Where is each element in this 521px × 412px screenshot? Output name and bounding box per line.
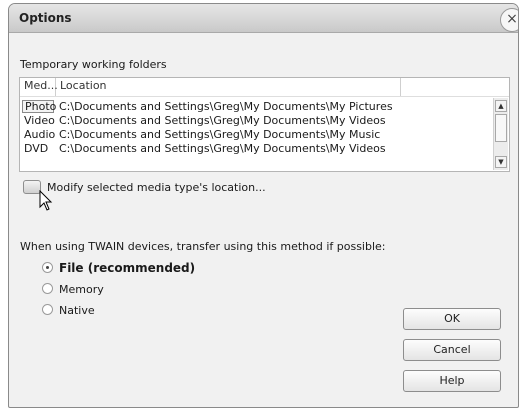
ok-button[interactable]: OK — [403, 308, 501, 330]
twain-prompt: When using TWAIN devices, transfer using… — [20, 240, 386, 253]
column-header-location[interactable]: Location — [56, 78, 401, 96]
list-header: Med... Location — [20, 78, 509, 97]
modify-location-label[interactable]: Modify selected media type's location... — [47, 181, 266, 194]
list-row-video[interactable]: Video C:\Documents and Settings\Greg\My … — [20, 114, 490, 127]
cancel-button[interactable]: Cancel — [403, 339, 501, 361]
row-location: C:\Documents and Settings\Greg\My Docume… — [59, 114, 386, 127]
options-dialog: Options × Temporary working folders Med.… — [8, 3, 519, 408]
row-media-type: Video — [24, 114, 55, 127]
scroll-thumb[interactable] — [495, 114, 507, 142]
row-media-type: DVD — [24, 142, 49, 155]
radio-memory[interactable] — [42, 283, 53, 294]
radio-file-label[interactable]: File (recommended) — [59, 261, 195, 275]
radio-selected-dot — [46, 266, 49, 269]
help-button[interactable]: Help — [403, 370, 501, 392]
radio-native-label[interactable]: Native — [59, 304, 95, 317]
up-arrow-icon[interactable]: ▲ — [495, 100, 507, 112]
column-header-media[interactable]: Med... — [20, 78, 58, 96]
row-media-type: Audio — [24, 128, 56, 141]
list-row-audio[interactable]: Audio C:\Documents and Settings\Greg\My … — [20, 128, 490, 141]
mouse-pointer-icon — [39, 190, 53, 211]
vertical-scrollbar[interactable]: ▲ ▼ — [493, 98, 508, 170]
row-location: C:\Documents and Settings\Greg\My Docume… — [59, 100, 393, 113]
radio-memory-label[interactable]: Memory — [59, 283, 104, 296]
close-icon: × — [506, 11, 518, 27]
title-bar: Options × — [9, 4, 518, 33]
close-button[interactable]: × — [500, 8, 518, 32]
list-row-dvd[interactable]: DVD C:\Documents and Settings\Greg\My Do… — [20, 142, 490, 155]
row-media-type: Photo — [22, 100, 56, 113]
radio-file[interactable] — [42, 262, 53, 273]
down-arrow-icon[interactable]: ▼ — [495, 156, 507, 168]
temp-folders-label: Temporary working folders — [20, 58, 167, 71]
list-row-photo[interactable]: Photo C:\Documents and Settings\Greg\My … — [20, 100, 490, 113]
radio-native[interactable] — [42, 304, 53, 315]
window-title: Options — [19, 11, 72, 25]
media-folders-list[interactable]: Med... Location Photo C:\Documents and S… — [19, 77, 510, 172]
row-location: C:\Documents and Settings\Greg\My Docume… — [59, 128, 381, 141]
row-location: C:\Documents and Settings\Greg\My Docume… — [59, 142, 386, 155]
